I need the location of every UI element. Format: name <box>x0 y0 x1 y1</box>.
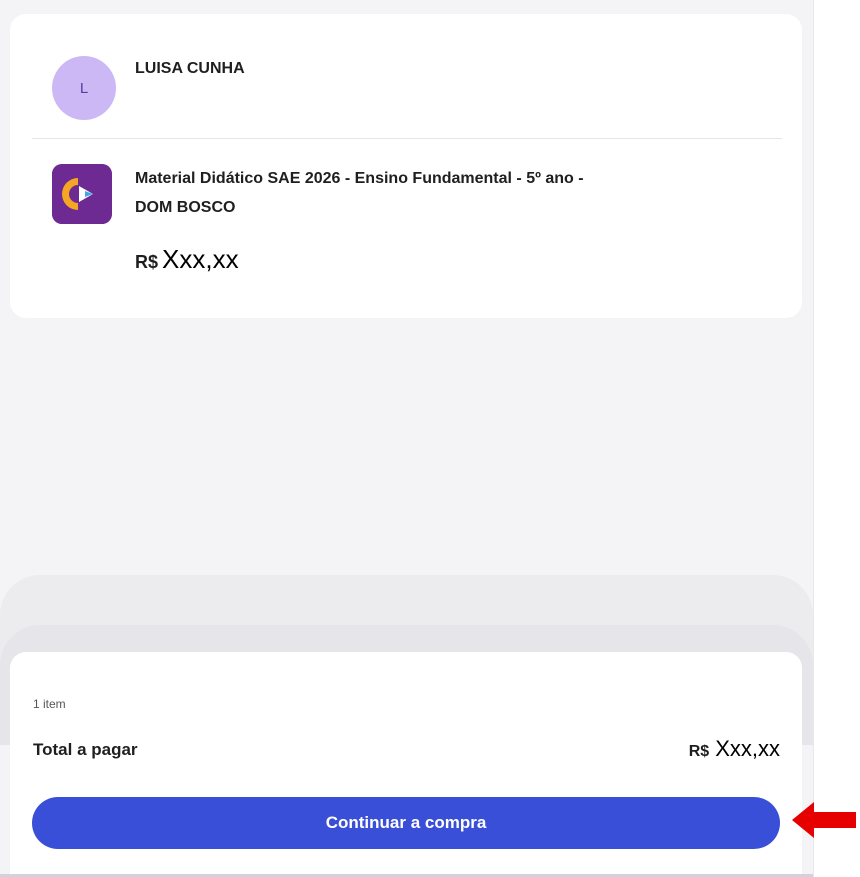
checkout-panel: L LUISA CUNHA Material Didático SAE 2026… <box>0 0 813 877</box>
customer-name: LUISA CUNHA <box>135 60 245 77</box>
checkout-summary: 1 item Total a pagar R$ Xxx,xx Continuar… <box>10 652 802 877</box>
item-count: 1 item <box>33 697 66 711</box>
red-arrow-left-icon <box>790 800 858 840</box>
avatar: L <box>52 56 116 120</box>
product-title: Material Didático SAE 2026 - Ensino Fund… <box>135 164 775 222</box>
total-label: Total a pagar <box>33 740 138 759</box>
avatar-initial: L <box>79 79 89 97</box>
continue-purchase-button[interactable]: Continuar a compra <box>32 797 780 849</box>
sae-digital-logo-icon <box>52 164 112 224</box>
total-value: Xxx,xx <box>715 736 780 761</box>
product-price-value: Xxx,xx <box>162 244 239 274</box>
product-currency: R$ <box>135 252 159 272</box>
total-currency: R$ <box>688 743 710 760</box>
order-card: L LUISA CUNHA Material Didático SAE 2026… <box>10 14 802 318</box>
product-title-line2: DOM BOSCO <box>135 199 236 216</box>
product-price: R$ Xxx,xx <box>135 244 239 275</box>
panel-border <box>813 0 814 877</box>
total-price: R$ Xxx,xx <box>689 736 780 762</box>
divider <box>32 138 782 139</box>
product-title-line1: Material Didático SAE 2026 - Ensino Fund… <box>135 170 584 187</box>
